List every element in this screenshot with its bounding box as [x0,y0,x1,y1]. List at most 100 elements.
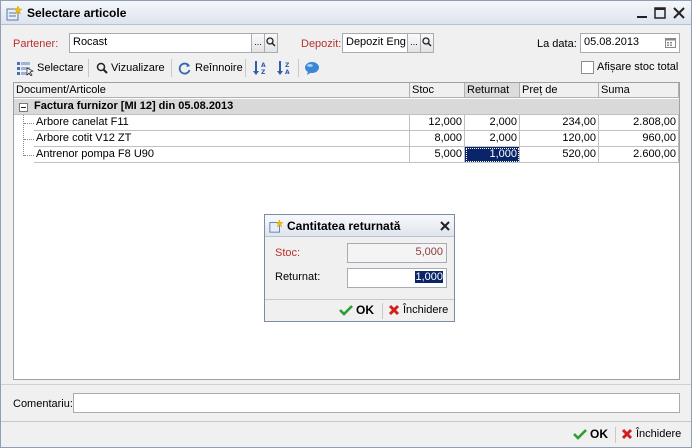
sort-descending-icon: Z A [277,61,290,76]
app-icon [6,5,22,21]
column-header-pret[interactable]: Preț de achiziție [520,83,599,110]
search-icon [266,37,276,47]
select-button[interactable]: Selectare [16,57,83,79]
refresh-button[interactable]: Reînnoire [177,57,243,79]
window-title: Selectare articole [27,6,127,20]
partener-input[interactable]: Rocast [69,33,252,53]
dialog-stoc-label: Stoc: [275,247,301,259]
view-button[interactable]: Vizualizare [96,57,165,79]
ok-button[interactable]: OK [573,427,608,441]
depozit-browse-button[interactable]: ... [407,33,421,53]
dialog-title-bar: Cantitatea returnată [265,215,454,237]
partener-search-button[interactable] [264,33,278,53]
comment-label: Comentariu: [13,398,73,410]
column-header-returnat[interactable]: Returnat [465,83,520,98]
tree-branch [24,139,34,140]
sort-descending-button[interactable]: Z A [276,57,293,79]
quantity-dialog: Cantitatea returnată Stoc: 5,000 Returna… [264,214,455,322]
stoc-cell: 8,000 [410,131,465,147]
suma-cell: 960,00 [599,131,679,147]
dialog-app-icon [269,219,283,233]
pret-cell: 234,00 [520,115,599,131]
dialog-returnat-value: 1,000 [415,271,443,283]
invoice-group-label: Factura furnizor [MI 12] din 05.08.2013 [34,100,234,112]
dialog-close-button[interactable]: Închidere [388,304,448,316]
dialog-close-label: Închidere [403,304,449,316]
comment-input[interactable] [73,393,680,413]
show-total-stock-checkbox[interactable] [581,61,594,74]
close-label: Închidere [636,428,682,440]
svg-text:Z: Z [261,69,266,76]
table-row[interactable]: Antrenor pompa F8 U90 5,000 1,000 520,00… [14,147,679,163]
column-header-stoc[interactable]: Stoc [410,83,465,98]
table-row[interactable]: Arbore cotit V12 ZT 8,000 2,000 120,00 9… [14,131,679,147]
collapse-icon[interactable] [19,103,28,112]
dialog-stoc-field: 5,000 [347,243,447,263]
refresh-icon [178,62,191,74]
toolbar-separator [171,59,172,77]
search-icon [422,37,432,47]
article-name-cell: Arbore canelat F11 [34,115,410,131]
column-header-document[interactable]: Document/Articole [14,83,410,98]
magnifier-icon [96,62,108,74]
returnat-cell-active[interactable]: 1,000 [465,147,520,163]
view-button-label: Vizualizare [111,62,165,74]
invoice-group-row[interactable]: Factura furnizor [MI 12] din 05.08.2013 [14,99,679,115]
maximize-icon[interactable] [651,4,669,22]
toolbar-separator [298,59,299,77]
date-input[interactable]: 05.08.2013 [580,33,680,53]
checkmark-icon [573,429,587,440]
red-x-icon [621,428,633,440]
pret-cell: 520,00 [520,147,599,163]
dialog-close-icon[interactable] [439,220,451,232]
minimize-icon[interactable] [633,4,651,22]
column-header-suma[interactable]: Suma [599,83,679,98]
date-value: 05.08.2013 [584,36,640,48]
article-name-cell: Antrenor pompa F8 U90 [34,147,410,163]
dialog-footer: OK Închidere [265,299,454,321]
dialog-returnat-field[interactable]: 1,000 [347,268,447,288]
ok-label: OK [590,427,608,441]
depozit-label: Depozit: [301,38,342,50]
suma-cell: 2.600,00 [599,147,679,163]
tree-branch [24,155,34,156]
footer-separator [382,303,383,319]
dialog-ok-label: OK [356,303,374,317]
checkmark-icon [339,305,353,316]
dialog-ok-button[interactable]: OK [339,303,374,317]
select-button-label: Selectare [37,62,84,74]
selectare-articole-window: Selectare articole Partener: Rocast ... … [0,0,692,448]
sort-ascending-icon: A Z [253,61,266,76]
tree-branch [24,123,34,124]
returnat-cell[interactable]: 2,000 [465,131,520,147]
stoc-cell: 5,000 [410,147,465,163]
depozit-search-button[interactable] [420,33,434,53]
select-rows-icon [17,62,34,76]
title-bar: Selectare articole [1,1,691,25]
partener-label: Partener: [13,38,59,50]
refresh-button-label: Reînnoire [195,62,243,74]
close-button[interactable]: Închidere [621,428,681,440]
depozit-input[interactable]: Depozit Eng [342,33,408,53]
window-footer: OK Închidere [1,421,691,447]
dialog-title: Cantitatea returnată [287,219,401,233]
close-icon[interactable] [670,4,688,22]
sort-ascending-button[interactable]: A Z [252,57,269,79]
returnat-cell[interactable]: 2,000 [465,115,520,131]
partener-browse-button[interactable]: ... [251,33,265,53]
svg-text:A: A [261,62,266,69]
help-button[interactable] [304,57,320,79]
chat-bubble-icon [305,61,319,75]
dialog-returnat-label: Returnat: [275,271,321,283]
toolbar-separator [245,59,246,77]
table-row[interactable]: Arbore canelat F11 12,000 2,000 234,00 2… [14,115,679,131]
date-label: La data: [537,38,577,50]
svg-text:Z: Z [285,62,290,69]
stoc-cell: 12,000 [410,115,465,131]
toolbar-separator [88,59,89,77]
footer-separator [615,427,616,443]
calendar-icon[interactable] [665,37,676,48]
red-x-icon [388,304,400,316]
suma-cell: 2.808,00 [599,115,679,131]
pret-cell: 120,00 [520,131,599,147]
